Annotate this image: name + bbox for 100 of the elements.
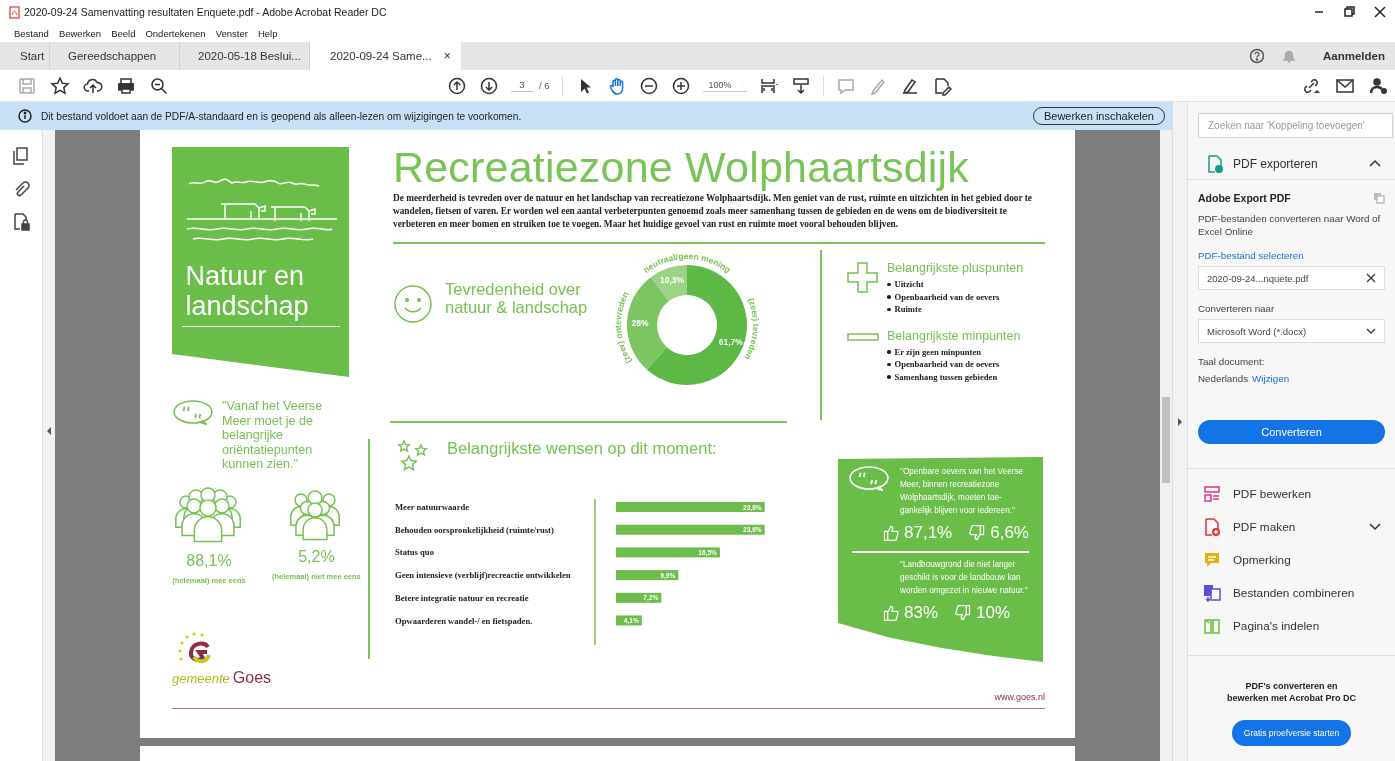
- comment-bubble-icon: [1203, 550, 1221, 569]
- list-item: Samenhang tussen gebieden: [894, 370, 998, 383]
- bar-category: Meer natuurwaarde: [395, 502, 470, 512]
- page-down-icon[interactable]: [479, 75, 499, 96]
- clear-icon[interactable]: [1366, 273, 1376, 283]
- plus-icon: [847, 262, 879, 294]
- agreement-percentage: 88,1%: [186, 551, 232, 570]
- bullet-icon: [887, 282, 891, 286]
- bookmark-star-icon[interactable]: [50, 75, 70, 96]
- tool-item[interactable]: PDF maken: [1188, 510, 1395, 543]
- menu-item[interactable]: Venster: [214, 27, 249, 39]
- select-file-link[interactable]: PDF-bestand selecteren: [1198, 250, 1385, 261]
- list-item: Er zijn geen minpunten: [894, 345, 981, 358]
- info-message: Dit bestand voldoet aan de PDF/A-standaard en is geopend als alleen-lezen om wijzigingen te voorkomen.: [41, 110, 522, 122]
- restore-icon[interactable]: [1343, 5, 1357, 19]
- agree-percentage: 83%: [904, 602, 939, 623]
- field-label: Converteren naar: [1198, 303, 1276, 314]
- language-value: Nederlands: [1198, 373, 1249, 384]
- zoom-dropdown[interactable]: 100%: [702, 79, 747, 92]
- zoom-out-icon[interactable]: [638, 75, 659, 96]
- bar: [616, 615, 642, 626]
- caret-icon[interactable]: [1369, 158, 1381, 169]
- list-item: Openbaarheid van de oevers: [894, 290, 1000, 303]
- scroll-mode-icon[interactable]: [790, 75, 811, 96]
- document-tab[interactable]: 2020-09-24 Same... ×: [310, 42, 461, 70]
- disagree-percentage: 6,6%: [990, 523, 1029, 543]
- tool-item[interactable]: Bestanden combineren: [1188, 576, 1395, 609]
- info-icon: [18, 109, 32, 123]
- menu-item[interactable]: Ondertekenen: [144, 27, 207, 39]
- quote-text: "Vanaf het Veerse Meer moet je de belangrijke oriëntatiepunten kunnen zien.": [222, 399, 324, 472]
- collapse-left-icon[interactable]: [46, 426, 52, 435]
- convert-button[interactable]: Converteren: [1198, 420, 1385, 444]
- bar-category: Opwaarderen wandel-/ en fietspaden.: [395, 615, 533, 626]
- slice-value: 61,7%: [718, 336, 743, 347]
- theme-title: Natuur en landschap: [181, 261, 340, 327]
- tool-item[interactable]: Opmerking: [1188, 543, 1395, 576]
- copy-icon: [1373, 192, 1385, 204]
- search-icon[interactable]: [149, 75, 169, 96]
- smiley-icon: [393, 284, 433, 324]
- chevron-down-icon: [1366, 327, 1376, 335]
- field-label: Taal document:: [1198, 356, 1266, 367]
- section-heading: Belangrijkste minpunten: [887, 329, 1021, 343]
- promo-text: PDF's converteren en bewerken met Acrobat Pro DC: [1226, 680, 1357, 704]
- intro-paragraph: De meerderheid is tevreden over de natuur en het landschap van recreatiezone Wolphaartsdijk. Men geniet van de rust, ruimte en uitzichten in het gebied door te wandelen, fietsen of varen. Er worden wel een aantal verbeterpunten genoemd zoals meer samenhang tussen de gebieden en de wens om de biodiversiteit te verbeteren en meer bomen en struiken toe te voegen. Maar het huidige gevoel van rust en ruimte moet vooral behouden blijven.: [393, 192, 1033, 231]
- lock-file-icon[interactable]: [11, 212, 31, 232]
- format-dropdown[interactable]: Microsoft Word (*.docx): [1198, 319, 1385, 343]
- list-item: Uitzicht: [894, 278, 924, 291]
- edit-pdf-icon: [1203, 484, 1221, 503]
- bullet-icon: [887, 295, 891, 299]
- combine-files-icon: [1203, 583, 1221, 602]
- disagree-percentage: 10%: [976, 602, 1011, 623]
- bar: [616, 592, 662, 603]
- selected-file-field[interactable]: 2020-09-24...nquete.pdf: [1198, 266, 1385, 290]
- section-heading: Belangrijkste wensen op dit moment:: [447, 439, 717, 457]
- page-up-icon[interactable]: [447, 75, 467, 96]
- tab-close-button[interactable]: ×: [443, 49, 451, 63]
- bar-category: Behouden oorspronkelijkheid (ruimte/rust): [395, 524, 554, 535]
- organize-pages-icon: [1203, 616, 1221, 635]
- statement-quote: "Landbouwgrond die niet langer geschikt is voor de landbouw kan worden omgezet in nieuwe natuur.": [900, 558, 1029, 597]
- website-url: www.goes.nl: [994, 692, 1045, 702]
- chevron-down-icon: [1369, 522, 1381, 531]
- section-heading: Belangrijkste pluspunten: [887, 262, 1024, 275]
- bullet-icon: [887, 307, 891, 311]
- panel-section-title[interactable]: PDF exporteren: [1233, 156, 1318, 171]
- print-icon[interactable]: [116, 75, 136, 96]
- export-heading: Adobe Export PDF: [1198, 192, 1291, 204]
- change-language-link[interactable]: Wijzigen: [1252, 373, 1290, 384]
- tool-search-field[interactable]: Zoeken naar 'Koppeling toevoegen': [1198, 113, 1393, 138]
- section-heading: Tevredenheid over natuur & landschap: [445, 280, 589, 316]
- menu-item[interactable]: Bestand: [13, 27, 50, 39]
- scrollbar[interactable]: [1160, 130, 1172, 761]
- logo-prefix: gemeente: [172, 671, 230, 686]
- tool-item[interactable]: PDF bewerken: [1188, 477, 1395, 510]
- export-pdf-icon: [1206, 154, 1224, 173]
- free-trial-button[interactable]: Gratis proefversie starten: [1231, 720, 1352, 746]
- quote-bubble-icon: [848, 465, 890, 493]
- create-pdf-icon: [1203, 517, 1221, 536]
- user-settings-icon[interactable]: [1369, 75, 1389, 96]
- menu-item[interactable]: Beeld: [110, 27, 137, 39]
- export-description: PDF-bestanden converteren naar Word of Excel Online: [1198, 212, 1382, 238]
- menu-item[interactable]: Bewerken: [57, 27, 103, 39]
- minus-icon: [847, 332, 879, 342]
- zoom-in-icon[interactable]: [670, 75, 691, 96]
- close-icon[interactable]: [1373, 5, 1387, 19]
- pdf-file-icon: [9, 5, 20, 19]
- tool-item[interactable]: Pagina's indelen: [1188, 609, 1395, 642]
- sign-in-link[interactable]: Aanmelden: [1323, 50, 1385, 62]
- page-thumbnails-icon[interactable]: [11, 146, 31, 166]
- list-item: Ruimte: [894, 303, 922, 316]
- bar: [616, 570, 679, 581]
- menu-item[interactable]: Help: [256, 27, 279, 39]
- page-number-field[interactable]: 3: [511, 79, 533, 92]
- slice-value: 10,3%: [660, 275, 685, 286]
- expand-right-icon[interactable]: [1177, 417, 1183, 426]
- bar-category: Status quo: [395, 547, 434, 558]
- quote-bubble-icon: [172, 399, 214, 427]
- agreement-percentage: 5,2%: [298, 547, 335, 566]
- bullet-icon: [887, 350, 891, 354]
- list-item: Openbaarheid van de oevers: [894, 358, 1000, 371]
- help-icon[interactable]: [1249, 48, 1265, 64]
